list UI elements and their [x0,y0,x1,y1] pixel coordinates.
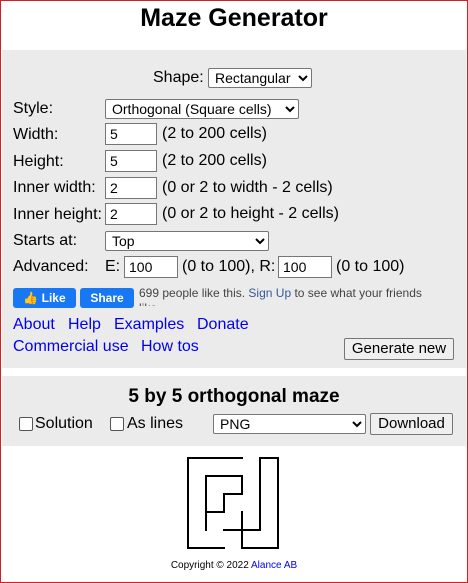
maze-image [187,457,279,549]
width-hint: (2 to 200 cells) [162,125,267,142]
as-lines-checkbox[interactable] [110,417,124,431]
signup-link[interactable]: Sign Up [248,286,291,300]
maze-heading: 5 by 5 orthogonal maze [128,386,340,407]
examples-link[interactable]: Examples [114,316,184,334]
facebook-like-button[interactable]: 👍 Like [13,288,76,308]
shape-label: Shape: [153,69,204,86]
format-select[interactable]: PNG [213,414,366,434]
download-button[interactable]: Download [370,413,453,435]
settings-panel: Shape: Rectangular Style: Orthogonal (Sq… [2,50,466,368]
as-lines-label: As lines [127,415,184,432]
r-input[interactable] [278,256,332,278]
height-label: Height: [13,153,64,170]
starts-select[interactable]: Top [105,231,269,251]
solution-label: Solution [35,415,93,432]
shape-select[interactable]: Rectangular [208,68,312,88]
company-link[interactable]: Alance AB [251,560,297,571]
e-input[interactable] [124,256,178,278]
inner-width-input[interactable] [105,177,157,199]
inner-width-hint: (0 or 2 to width - 2 cells) [162,179,333,196]
copyright-text: Copyright © 2022 [170,560,249,571]
solution-checkbox[interactable] [19,417,33,431]
inner-width-label: Inner width: [13,179,96,196]
e-hint: (0 to 100), R: [182,258,276,275]
e-label: E: [105,258,121,275]
footer: Copyright © 2022 Alance AB [0,560,468,571]
width-label: Width: [13,126,59,143]
facebook-social-text: 699 people like this. Sign Up to see wha… [139,286,422,306]
donate-link[interactable]: Donate [197,316,249,334]
how-tos-link[interactable]: How tos [141,338,199,356]
commercial-use-link[interactable]: Commercial use [13,338,129,356]
r-hint: (0 to 100) [336,258,405,275]
height-input[interactable] [105,150,157,172]
inner-height-hint: (0 or 2 to height - 2 cells) [162,205,339,222]
page-title: Maze Generator [140,4,328,32]
result-panel: 5 by 5 orthogonal maze Solution As lines… [2,376,466,446]
height-hint: (2 to 200 cells) [162,152,267,169]
facebook-share-button[interactable]: Share [80,288,134,308]
width-input[interactable] [105,123,157,145]
starts-label: Starts at: [13,232,78,249]
advanced-label: Advanced: [13,258,89,275]
about-link[interactable]: About [13,316,55,334]
inner-height-label: Inner height: [13,206,102,223]
style-select[interactable]: Orthogonal (Square cells) [105,99,299,119]
inner-height-input[interactable] [105,203,157,225]
thumbs-up-icon: 👍 [23,291,39,305]
help-link[interactable]: Help [68,316,101,334]
generate-new-button[interactable]: Generate new [344,338,454,360]
style-label: Style: [13,100,54,117]
